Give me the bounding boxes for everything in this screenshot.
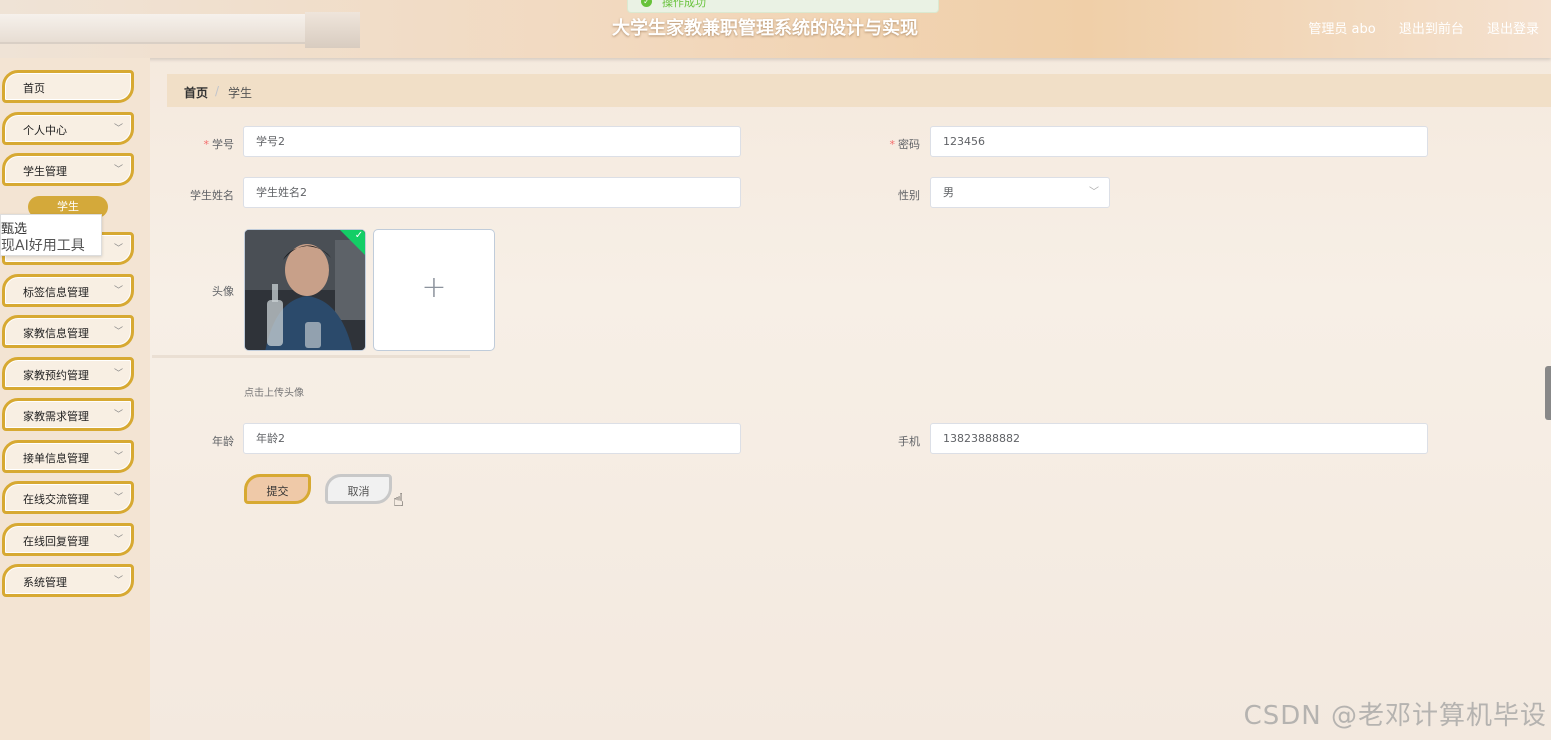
check-icon: ✓ <box>354 229 364 241</box>
check-circle-icon: ✓ <box>641 0 652 7</box>
toast-message: 操作成功 <box>662 0 706 9</box>
chevron-down-icon: ﹀ <box>1089 187 1099 198</box>
header-decoration <box>305 12 360 48</box>
sidebar-item-label: 家教预约管理 <box>23 369 89 382</box>
breadcrumb-separator: / <box>215 84 220 98</box>
age-input[interactable]: 年龄2 <box>243 423 741 454</box>
student-name-input[interactable]: 学生姓名2 <box>243 177 741 208</box>
sidebar-item-label: 系统管理 <box>23 576 67 589</box>
avatar-upload-button[interactable]: + <box>373 229 495 351</box>
success-toast: ✓ 操作成功 <box>627 0 939 13</box>
sidebar-item-tutor-info[interactable]: 家教信息管理 ﹀ <box>2 315 134 348</box>
chevron-down-icon: ﹀ <box>113 576 123 586</box>
cancel-button[interactable]: 取消 <box>325 474 392 504</box>
sidebar-item-label: 家教信息管理 <box>23 327 89 340</box>
avatar-preview[interactable]: ✓ <box>244 229 366 351</box>
app-title: 大学生家教兼职管理系统的设计与实现 <box>612 18 918 39</box>
breadcrumb-home[interactable]: 首页 <box>184 84 208 101</box>
chevron-down-icon: ﹀ <box>113 493 123 503</box>
chevron-down-icon: ﹀ <box>113 327 123 337</box>
age-label: 年龄 <box>212 435 234 448</box>
plus-icon: + <box>421 270 447 305</box>
sidebar-item-tutor-demand[interactable]: 家教需求管理 ﹀ <box>2 398 134 431</box>
current-user-label: 管理员 abo <box>1308 22 1376 37</box>
header-links: 管理员 abo 退出到前台 退出登录 <box>1289 18 1539 37</box>
sidebar-item-home[interactable]: 首页 <box>2 70 134 103</box>
chevron-down-icon: ﹀ <box>113 410 123 420</box>
chevron-down-icon: ﹀ <box>113 286 123 296</box>
chevron-down-icon: ﹀ <box>113 124 123 134</box>
sidebar-item-label: 学生管理 <box>23 165 67 178</box>
student-no-input[interactable]: 学号2 <box>243 126 741 157</box>
chevron-down-icon: ﹀ <box>113 244 123 254</box>
logout-link[interactable]: 退出登录 <box>1487 22 1539 37</box>
sidebar: 首页 个人中心 ﹀ 学生管理 ﹀ 学生 ﹀ 甄选 现AI好用工具 标签信息管理 … <box>0 58 150 740</box>
sidebar-item-label: 在线交流管理 <box>23 493 89 506</box>
student-name-label: 学生姓名 <box>190 189 234 202</box>
phone-input[interactable]: 13823888882 <box>930 423 1428 454</box>
sidebar-item-label: 个人中心 <box>23 124 67 137</box>
gender-select-value: 男 <box>943 186 954 199</box>
submit-button[interactable]: 提交 <box>244 474 311 504</box>
chevron-up-icon: ﹀ <box>113 165 123 175</box>
sidebar-item-online-chat[interactable]: 在线交流管理 ﹀ <box>2 481 134 514</box>
sidebar-item-order-info[interactable]: 接单信息管理 ﹀ <box>2 440 134 473</box>
student-no-label: * 学号 <box>203 138 235 151</box>
panel-divider <box>152 355 470 358</box>
sidebar-item-label: 标签信息管理 <box>23 286 89 299</box>
upload-tip: 点击上传头像 <box>244 388 304 399</box>
avatar-photo <box>245 230 365 350</box>
sidebar-item-label: 接单信息管理 <box>23 452 89 465</box>
watermark: CSDN @老邓计算机毕设 <box>1243 701 1547 731</box>
sidebar-item-label: 在线回复管理 <box>23 535 89 548</box>
back-to-frontend-link[interactable]: 退出到前台 <box>1399 22 1464 37</box>
sidebar-item-tag-info[interactable]: 标签信息管理 ﹀ <box>2 274 134 307</box>
sidebar-item-online-reply[interactable]: 在线回复管理 ﹀ <box>2 523 134 556</box>
sidebar-item-system[interactable]: 系统管理 ﹀ <box>2 564 134 597</box>
sidebar-item-personal-center[interactable]: 个人中心 ﹀ <box>2 112 134 145</box>
hand-cursor-icon: ☝ <box>393 490 404 511</box>
sidebar-item-student-management[interactable]: 学生管理 ﹀ <box>2 153 134 186</box>
popup-line: 现AI好用工具 <box>1 238 85 254</box>
password-input[interactable]: 123456 <box>930 126 1428 157</box>
scrollbar-thumb[interactable] <box>1545 366 1551 420</box>
chevron-down-icon: ﹀ <box>113 369 123 379</box>
sidebar-item-label: 首页 <box>23 82 45 95</box>
overlay-popup[interactable]: 甄选 现AI好用工具 <box>0 214 102 256</box>
sidebar-item-label: 家教需求管理 <box>23 410 89 423</box>
gender-select[interactable]: 男 ﹀ <box>930 177 1110 208</box>
sidebar-item-tutor-booking[interactable]: 家教预约管理 ﹀ <box>2 357 134 390</box>
chevron-down-icon: ﹀ <box>113 452 123 462</box>
gender-label: 性别 <box>898 189 920 202</box>
header-decoration <box>0 14 305 44</box>
breadcrumb: 首页 / 学生 <box>167 74 1551 107</box>
avatar-label: 头像 <box>212 285 234 298</box>
password-label: * 密码 <box>889 138 921 151</box>
chevron-down-icon: ﹀ <box>113 535 123 545</box>
phone-label: 手机 <box>898 435 920 448</box>
breadcrumb-current: 学生 <box>228 86 253 100</box>
